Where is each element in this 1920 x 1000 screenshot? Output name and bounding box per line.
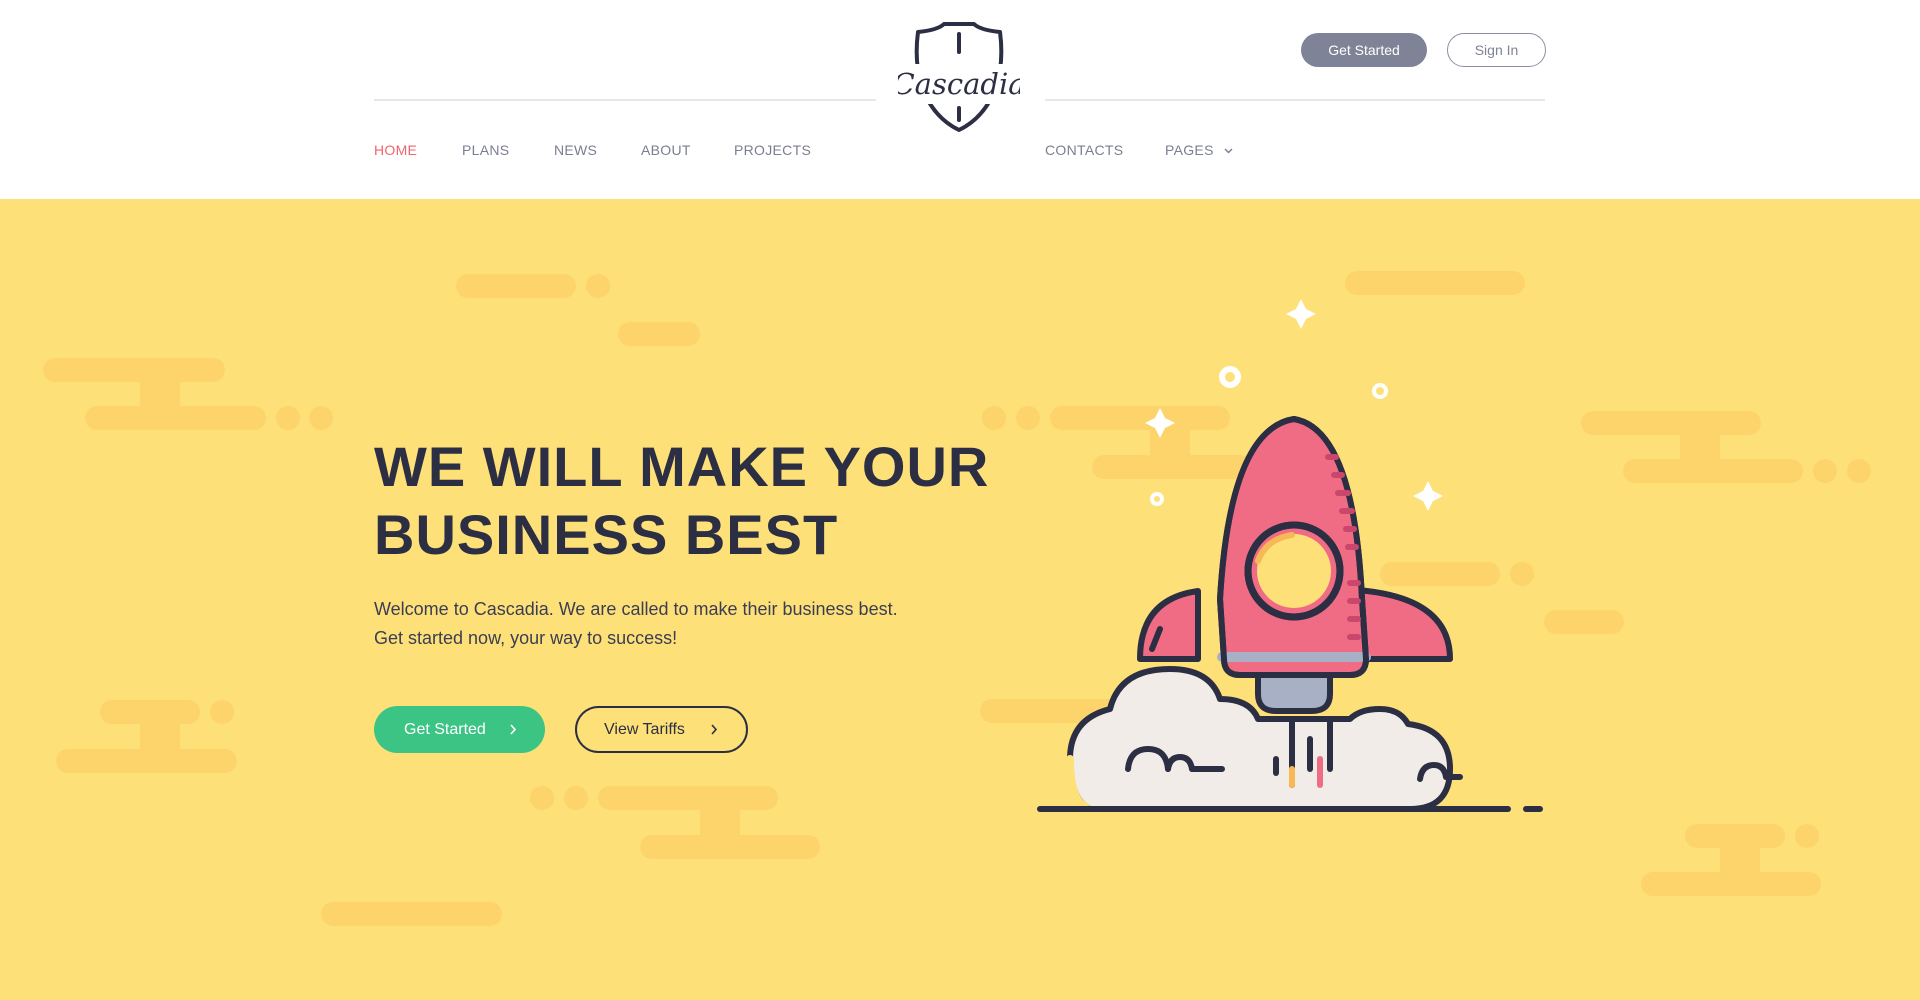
hero-section: WE WILL MAKE YOUR BUSINESS BEST Welcome … <box>0 199 1920 1000</box>
nav-plans[interactable]: PLANS <box>462 142 509 158</box>
sign-in-button[interactable]: Sign In <box>1447 33 1546 67</box>
nav-pages-label: PAGES <box>1165 142 1214 158</box>
chevron-right-icon <box>510 724 517 735</box>
hero-title-line-1: WE WILL MAKE YOUR <box>374 435 990 498</box>
hero-description-line-1: Welcome to Cascadia. We are called to ma… <box>374 599 898 619</box>
get-started-header-button[interactable]: Get Started <box>1301 33 1427 67</box>
nav-home[interactable]: HOME <box>374 142 417 158</box>
chevron-down-icon <box>1224 148 1233 154</box>
nav-projects[interactable]: PROJECTS <box>734 142 811 158</box>
get-started-hero-label: Get Started <box>404 721 486 738</box>
svg-text:Cascadia: Cascadia <box>898 67 1020 101</box>
nav-pages[interactable]: PAGES <box>1165 142 1233 158</box>
hero-title-line-2: BUSINESS BEST <box>374 503 839 566</box>
cascadia-logo[interactable]: Cascadia <box>898 22 1020 136</box>
header-divider-right <box>1045 99 1545 101</box>
get-started-hero-button[interactable]: Get Started <box>374 706 545 753</box>
site-header: Cascadia Get Started Sign In HOME PLANS … <box>0 0 1920 199</box>
nav-news[interactable]: NEWS <box>554 142 597 158</box>
view-tariffs-label: View Tariffs <box>604 721 685 738</box>
nav-about[interactable]: ABOUT <box>641 142 691 158</box>
view-tariffs-button[interactable]: View Tariffs <box>575 706 748 753</box>
rocket-launch-icon <box>1037 299 1543 812</box>
hero-description-line-2: Get started now, your way to success! <box>374 628 678 648</box>
header-divider-left <box>374 99 876 101</box>
nav-contacts[interactable]: CONTACTS <box>1045 142 1123 158</box>
chevron-right-icon <box>711 724 718 735</box>
hero-description: Welcome to Cascadia. We are called to ma… <box>374 595 994 653</box>
hero-title: WE WILL MAKE YOUR BUSINESS BEST <box>374 433 1014 569</box>
